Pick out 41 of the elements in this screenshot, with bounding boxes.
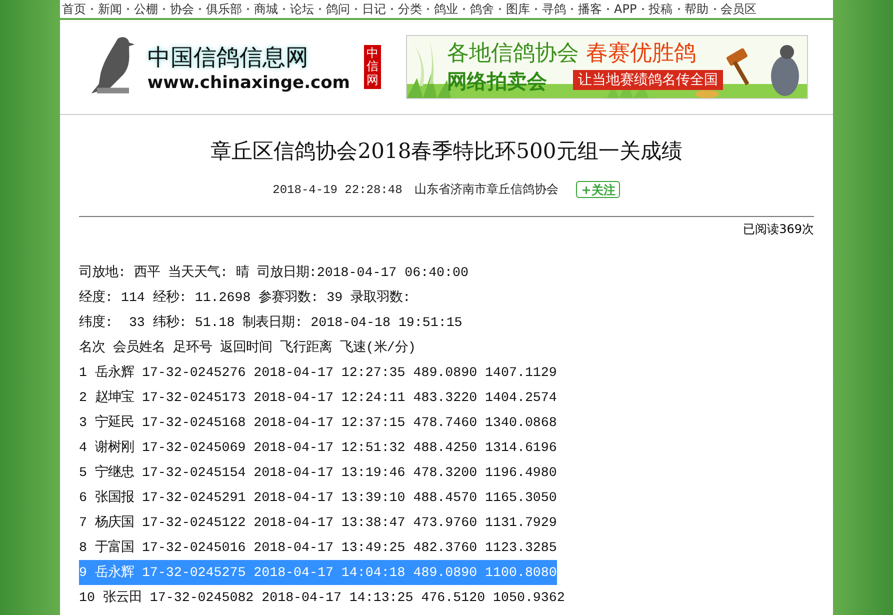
nav-link[interactable]: 鸽问	[326, 0, 350, 18]
banner-headline: 各地信鸽协会 春赛优胜鸽	[447, 40, 696, 68]
nav-link[interactable]: 论坛	[290, 0, 314, 18]
result-line: 4 谢树刚 17-32-0245069 2018-04-17 12:51:32 488.4250 1314.6196	[79, 439, 557, 457]
nav-link[interactable]: 分类	[398, 0, 422, 18]
column-header-line: 名次 会员姓名 足环号 返回时间 飞行距离 飞速(米/分)	[79, 338, 416, 357]
banner-tagline: 让当地赛绩鸽名传全国	[573, 70, 723, 90]
nav-link[interactable]: 新闻	[98, 0, 122, 18]
race-info-line: 司放地: 西平 当天天气: 晴 司放日期:2018-04-17 06:40:00	[79, 264, 468, 282]
nav-link[interactable]: 公棚	[134, 0, 158, 18]
nav-link[interactable]: 投稿	[648, 0, 673, 18]
result-line: 5 宁继忠 17-32-0245154 2018-04-17 13:19:46 478.3200 1196.4980	[79, 464, 557, 482]
nav-link[interactable]: 会员区	[720, 0, 757, 18]
nav-link[interactable]: 商城	[254, 0, 278, 18]
result-line: 1 岳永辉 17-32-0245276 2018-04-17 12:27:35 489.0890 1407.1129	[79, 364, 557, 382]
nav-link[interactable]: 图库	[506, 0, 530, 18]
nav-link[interactable]: 鸽舍	[470, 0, 494, 18]
result-line: 7 杨庆国 17-32-0245122 2018-04-17 13:38:47 473.9760 1131.7929	[79, 514, 557, 532]
nav-link[interactable]: APP	[614, 2, 637, 16]
race-info-line: 纬度: 33 纬秒: 51.18 制表日期: 2018-04-18 19:51:15	[79, 314, 462, 332]
nav-link[interactable]: 播客	[578, 0, 602, 18]
site-title: 中国信鸽信息网	[147, 44, 310, 72]
nav-link[interactable]: 首页	[62, 0, 86, 18]
nav-link[interactable]: 帮助	[684, 0, 709, 18]
publish-date: 2018-4-19 22:28:48	[272, 182, 402, 196]
result-line: 2 赵坤宝 17-32-0245173 2018-04-17 12:24:11 483.3220 1404.2574	[79, 388, 557, 407]
nav-link[interactable]: 俱乐部	[206, 0, 242, 18]
site-badge: 中信网	[364, 45, 381, 89]
result-line: 10 张云田 17-32-0245082 2018-04-17 14:13:25 476.5120 1050.9362	[79, 589, 565, 607]
nav-link[interactable]: 协会	[170, 0, 194, 18]
publisher-name: 山东省济南市章丘信鸽协会	[414, 181, 558, 198]
result-line: 8 于富国 17-32-0245016 2018-04-17 13:49:25 482.3760 1123.3285	[79, 538, 557, 557]
site-url: www.chinaxinge.com	[147, 72, 350, 92]
nav-link[interactable]: 鸽业	[434, 0, 458, 18]
read-count: 已阅读369次	[742, 221, 814, 238]
result-line: 3 宁延民 17-32-0245168 2018-04-17 12:37:15 478.7460 1340.0868	[79, 414, 557, 432]
result-line: 6 张国报 17-32-0245291 2018-04-17 13:39:10 488.4570 1165.3050	[79, 489, 557, 507]
race-info-line: 经度: 114 经秒: 11.2698 参赛羽数: 39 录取羽数:	[79, 288, 411, 307]
article-title: 章丘区信鸽协会2018春季特比环500元组一关成绩	[210, 138, 684, 165]
nav-link[interactable]: 寻鸽	[542, 0, 566, 18]
nav-link[interactable]: 日记	[362, 0, 386, 18]
